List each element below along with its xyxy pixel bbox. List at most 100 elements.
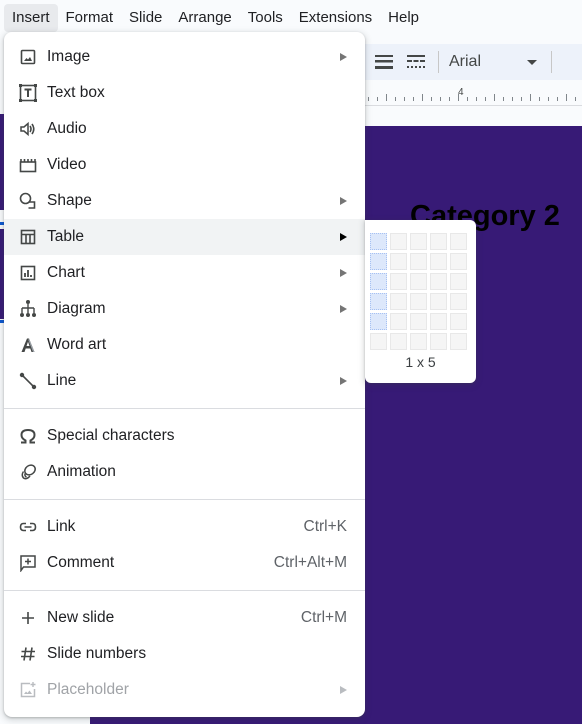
ruler-tick	[422, 94, 423, 101]
table-grid-cell[interactable]	[450, 313, 467, 330]
menu-item-word-art[interactable]: Word art	[4, 327, 365, 363]
menu-item-text-box[interactable]: Text box	[4, 75, 365, 111]
table-grid-cell[interactable]	[430, 253, 447, 270]
table-grid-cell[interactable]	[410, 273, 427, 290]
ruler-tick	[467, 97, 468, 101]
table-grid-cell[interactable]	[450, 273, 467, 290]
menu-item-label: Image	[47, 48, 91, 65]
table-grid-cell[interactable]	[390, 233, 407, 250]
ruler-tick	[476, 97, 477, 101]
menu-item-diagram[interactable]: Diagram	[4, 291, 365, 327]
line-dash-icon[interactable]	[404, 50, 428, 74]
menu-item-link[interactable]: Link Ctrl+K	[4, 509, 365, 545]
menu-item-label: Word art	[47, 336, 107, 353]
menu-item-line[interactable]: Line	[4, 363, 365, 399]
ruler-tick	[413, 97, 414, 101]
menu-insert[interactable]: Insert	[4, 4, 58, 32]
horizontal-ruler: 4	[364, 84, 582, 106]
menu-item-label: New slide	[47, 609, 115, 626]
menu-item-new-slide[interactable]: New slide Ctrl+M	[4, 600, 365, 636]
table-grid-cell[interactable]	[370, 233, 387, 250]
menu-arrange[interactable]: Arrange	[170, 4, 239, 32]
menu-slide[interactable]: Slide	[121, 4, 170, 32]
menu-item-label: Text box	[47, 84, 105, 101]
menu-item-animation[interactable]: Animation	[4, 454, 365, 490]
ruler-tick	[404, 97, 405, 101]
ruler-tick	[521, 97, 522, 101]
table-grid-cell[interactable]	[370, 293, 387, 310]
ruler-tick	[530, 94, 531, 101]
menu-item-label: Shape	[47, 192, 92, 209]
shortcut-label: Ctrl+M	[300, 609, 347, 626]
menu-extensions[interactable]: Extensions	[291, 4, 380, 32]
table-grid-cell[interactable]	[390, 333, 407, 350]
table-grid-cell[interactable]	[370, 313, 387, 330]
table-grid-cell[interactable]	[450, 233, 467, 250]
ruler-tick	[512, 97, 513, 101]
audio-icon	[18, 119, 38, 139]
ruler-tick	[458, 94, 459, 101]
table-grid-cell[interactable]	[450, 253, 467, 270]
table-grid-cell[interactable]	[370, 333, 387, 350]
menu-item-label: Line	[47, 372, 77, 389]
menu-item-label: Link	[47, 518, 76, 535]
ruler-tick	[386, 94, 387, 101]
insert-menu: Image Text box Audio Video Shape Table C…	[4, 32, 365, 717]
hash-icon	[18, 644, 38, 664]
table-grid-cell[interactable]	[410, 233, 427, 250]
animation-icon	[18, 462, 38, 482]
menu-item-slide-numbers[interactable]: Slide numbers	[4, 636, 365, 672]
toolbar: Arial	[364, 44, 582, 80]
table-grid-cell[interactable]	[430, 313, 447, 330]
menu-item-chart[interactable]: Chart	[4, 255, 365, 291]
table-grid-cell[interactable]	[370, 253, 387, 270]
table-grid-cell[interactable]	[430, 333, 447, 350]
word-art-icon	[18, 335, 38, 355]
menu-divider	[4, 408, 365, 409]
table-grid-cell[interactable]	[430, 293, 447, 310]
table-grid-cell[interactable]	[390, 253, 407, 270]
submenu-arrow-icon	[340, 686, 347, 694]
table-grid-cell[interactable]	[430, 233, 447, 250]
menu-item-video[interactable]: Video	[4, 147, 365, 183]
menu-format[interactable]: Format	[58, 4, 122, 32]
menu-help[interactable]: Help	[380, 4, 427, 32]
table-grid-cell[interactable]	[410, 293, 427, 310]
menu-tools[interactable]: Tools	[240, 4, 291, 32]
table-grid-cell[interactable]	[390, 273, 407, 290]
table-grid-cell[interactable]	[450, 333, 467, 350]
ruler-tick	[575, 97, 576, 101]
menu-item-placeholder[interactable]: Placeholder	[4, 672, 365, 708]
ruler-tick	[566, 94, 567, 101]
table-grid-cell[interactable]	[450, 293, 467, 310]
table-grid-cell[interactable]	[410, 313, 427, 330]
line-weight-icon[interactable]	[372, 50, 396, 74]
menu-item-table[interactable]: Table	[4, 219, 365, 255]
menu-item-label: Diagram	[47, 300, 106, 317]
menu-item-audio[interactable]: Audio	[4, 111, 365, 147]
font-select[interactable]: Arial	[449, 53, 541, 71]
table-grid-cell[interactable]	[410, 333, 427, 350]
menu-item-label: Slide numbers	[47, 645, 147, 662]
menu-item-special-characters[interactable]: Special characters	[4, 418, 365, 454]
menu-item-shape[interactable]: Shape	[4, 183, 365, 219]
menu-item-label: Comment	[47, 554, 115, 571]
ruler-tick	[557, 97, 558, 101]
menu-item-label: Audio	[47, 120, 87, 137]
table-grid-cell[interactable]	[410, 253, 427, 270]
table-grid-cell[interactable]	[390, 293, 407, 310]
menu-item-image[interactable]: Image	[4, 39, 365, 75]
table-size-submenu: 1 x 5	[365, 220, 476, 383]
ruler-tick	[395, 97, 396, 101]
image-icon	[18, 47, 38, 67]
shortcut-label: Ctrl+K	[303, 518, 348, 535]
ruler-tick	[440, 97, 441, 101]
line-icon	[18, 371, 38, 391]
table-grid-cell[interactable]	[430, 273, 447, 290]
menu-item-comment[interactable]: Comment Ctrl+Alt+M	[4, 545, 365, 581]
omega-icon	[18, 426, 38, 446]
table-grid-cell[interactable]	[390, 313, 407, 330]
placeholder-icon	[18, 680, 38, 700]
menu-item-label: Animation	[47, 463, 116, 480]
table-grid-cell[interactable]	[370, 273, 387, 290]
